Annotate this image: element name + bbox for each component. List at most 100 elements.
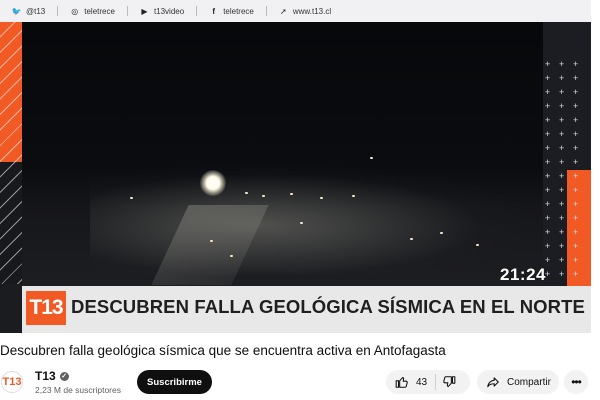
plus-mark: + bbox=[559, 115, 565, 125]
lower-third-headline: DESCUBREN FALLA GEOLÓGICA SÍSMICA EN EL … bbox=[71, 296, 585, 317]
plus-mark: + bbox=[573, 101, 579, 111]
plus-mark: + bbox=[573, 59, 579, 69]
verified-icon: ✓ bbox=[59, 371, 69, 381]
twitter-handle: @t13 bbox=[26, 6, 46, 16]
instagram-handle: teletrece bbox=[84, 6, 115, 16]
plus-mark: + bbox=[559, 213, 565, 223]
plus-mark: + bbox=[559, 269, 565, 279]
plus-mark: + bbox=[573, 227, 579, 237]
plus-mark: + bbox=[545, 171, 551, 181]
plus-mark: + bbox=[573, 255, 579, 265]
instagram-icon: ◎ bbox=[71, 6, 79, 16]
plus-mark: + bbox=[559, 143, 565, 153]
plus-mark: + bbox=[545, 143, 551, 153]
channel-avatar[interactable]: T13 bbox=[1, 371, 23, 393]
share-button[interactable]: Compartir bbox=[477, 370, 559, 394]
plus-mark: + bbox=[573, 171, 579, 181]
web-group: ➚ www.t13.cl bbox=[279, 7, 331, 16]
city-light bbox=[352, 195, 355, 197]
city-light bbox=[320, 197, 323, 199]
like-dislike-pill: 43 bbox=[386, 370, 470, 394]
plus-mark: + bbox=[545, 87, 551, 97]
plus-mark: + bbox=[573, 129, 579, 139]
like-button[interactable]: 43 bbox=[395, 375, 427, 389]
plus-mark: + bbox=[573, 199, 579, 209]
plus-mark: + bbox=[559, 87, 565, 97]
plus-mark: + bbox=[545, 101, 551, 111]
plus-mark: + bbox=[545, 227, 551, 237]
youtube-handle: t13video bbox=[153, 6, 185, 16]
share-icon bbox=[487, 377, 499, 388]
city-light bbox=[476, 244, 479, 246]
city-light bbox=[410, 238, 413, 240]
separator bbox=[126, 6, 128, 16]
plus-mark: + bbox=[559, 59, 565, 69]
plus-mark: + bbox=[545, 73, 551, 83]
on-screen-clock: 21:24 bbox=[500, 265, 546, 284]
subscriber-count: 2,23 M de suscriptores bbox=[35, 385, 121, 395]
city-light bbox=[130, 197, 133, 199]
plus-mark: + bbox=[573, 87, 579, 97]
left-graphic bbox=[0, 22, 22, 284]
city-light bbox=[210, 240, 213, 242]
plus-mark: + bbox=[545, 241, 551, 251]
separator bbox=[57, 6, 59, 16]
separator bbox=[196, 6, 198, 16]
city-light bbox=[262, 195, 265, 197]
like-count: 43 bbox=[416, 376, 428, 388]
plus-mark: + bbox=[559, 199, 565, 209]
facebook-icon: f bbox=[212, 6, 216, 16]
channel-name[interactable]: T13 bbox=[35, 369, 56, 383]
dislike-button[interactable] bbox=[442, 375, 456, 389]
more-actions-button[interactable]: ••• bbox=[564, 370, 588, 394]
plus-mark: + bbox=[573, 213, 579, 223]
plus-mark: + bbox=[559, 73, 565, 83]
plus-mark: + bbox=[559, 101, 565, 111]
plus-mark: + bbox=[559, 227, 565, 237]
plus-mark: + bbox=[559, 241, 565, 251]
instagram-group: ◎ teletrece bbox=[70, 7, 115, 16]
plus-mark: + bbox=[545, 255, 551, 265]
plus-mark: + bbox=[545, 213, 551, 223]
plus-mark: + bbox=[545, 157, 551, 167]
plus-mark: + bbox=[545, 115, 551, 125]
city-light bbox=[230, 255, 233, 257]
plus-mark: + bbox=[545, 185, 551, 195]
facebook-group: f teletrece bbox=[209, 7, 254, 16]
city-light bbox=[290, 193, 293, 195]
website: www.t13.cl bbox=[292, 6, 332, 16]
plus-mark: + bbox=[559, 185, 565, 195]
separator bbox=[265, 6, 267, 16]
plus-mark: + bbox=[559, 129, 565, 139]
thumbs-down-icon bbox=[443, 376, 456, 387]
plus-mark: + bbox=[573, 269, 579, 279]
more-icon: ••• bbox=[571, 375, 582, 389]
plus-mark: + bbox=[559, 157, 565, 167]
plus-mark: + bbox=[573, 157, 579, 167]
youtube-icon: ▶ bbox=[141, 6, 148, 16]
video-player[interactable]: 🐦 @t13 ◎ teletrece ▶ t13video f teletrec… bbox=[0, 0, 591, 333]
plus-mark: + bbox=[559, 255, 565, 265]
twitter-group: 🐦 @t13 bbox=[11, 6, 46, 16]
facebook-handle: teletrece bbox=[223, 6, 254, 16]
plus-mark: + bbox=[545, 199, 551, 209]
t13-logo: T13 bbox=[26, 291, 66, 325]
street-lamp-light bbox=[200, 170, 226, 196]
city-light bbox=[300, 222, 303, 224]
plus-mark: + bbox=[573, 73, 579, 83]
city-light bbox=[245, 192, 248, 194]
city-light bbox=[440, 232, 443, 234]
twitter-icon: 🐦 bbox=[11, 6, 22, 16]
plus-mark: + bbox=[573, 241, 579, 251]
city-lights-glow bbox=[90, 165, 520, 275]
plus-mark: + bbox=[545, 59, 551, 69]
channel-name-row[interactable]: T13 ✓ bbox=[35, 369, 69, 383]
video-title: Descubren falla geológica sísmica que se… bbox=[0, 343, 446, 358]
plus-mark: + bbox=[545, 129, 551, 139]
share-label: Compartir bbox=[507, 376, 551, 388]
plus-mark: + bbox=[573, 115, 579, 125]
plus-mark: + bbox=[559, 171, 565, 181]
web-icon: ➚ bbox=[280, 6, 287, 16]
subscribe-button[interactable]: Suscribirme bbox=[137, 370, 212, 394]
plus-mark: + bbox=[573, 185, 579, 195]
